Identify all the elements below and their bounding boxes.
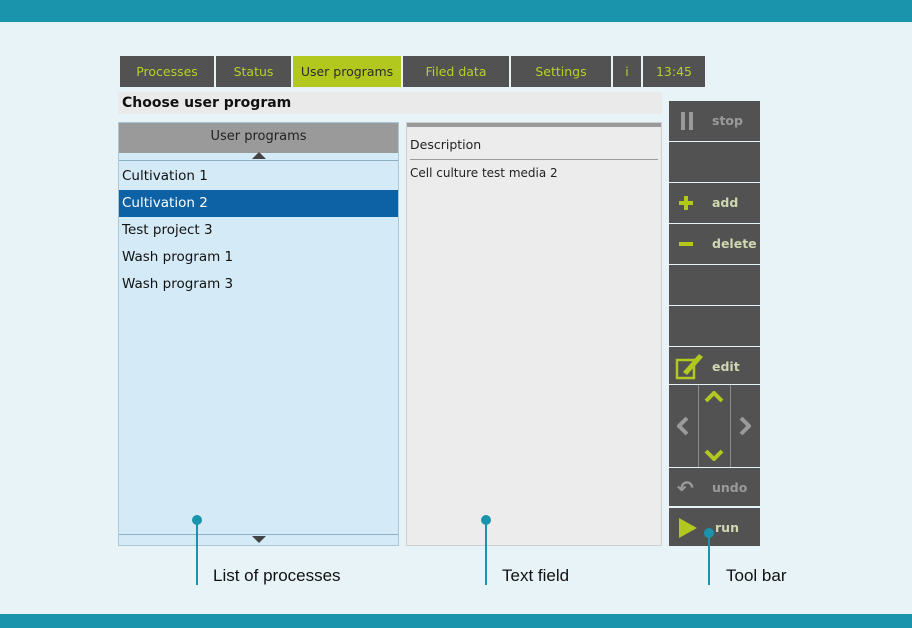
- callout-tool-bar: Tool bar: [726, 566, 787, 585]
- edit-label: edit: [712, 359, 740, 374]
- list-item[interactable]: Wash program 1: [119, 244, 398, 271]
- tab-info[interactable]: i: [613, 56, 641, 87]
- description-panel: Description Cell culture test media 2: [406, 122, 662, 546]
- list-item[interactable]: Cultivation 1: [119, 163, 398, 190]
- minus-icon: [679, 242, 693, 246]
- page-title: Choose user program: [118, 92, 662, 114]
- undo-icon: ↶: [677, 476, 694, 500]
- bottom-band: [0, 614, 912, 628]
- delete-button[interactable]: delete: [669, 224, 760, 264]
- add-label: add: [712, 195, 739, 210]
- delete-label: delete: [712, 236, 757, 251]
- list-bottom-divider: [119, 534, 398, 535]
- run-button[interactable]: run: [669, 508, 760, 546]
- description-header: Description: [410, 137, 482, 152]
- clock-display: 13:45: [643, 56, 705, 87]
- plus-icon: [679, 196, 693, 210]
- add-button[interactable]: add: [669, 183, 760, 223]
- chevron-up-icon[interactable]: [704, 391, 724, 403]
- navigation-pad: [669, 385, 760, 467]
- undo-label: undo: [712, 480, 748, 495]
- nav-divider: [730, 385, 731, 467]
- list-item[interactable]: Wash program 3: [119, 271, 398, 298]
- list-item-selected[interactable]: Cultivation 2: [119, 190, 398, 217]
- scroll-up-icon[interactable]: [252, 152, 266, 159]
- callout-text-field: Text field: [502, 566, 570, 585]
- blank-button: [669, 265, 760, 305]
- edit-icon: [675, 354, 703, 380]
- top-band: [0, 0, 912, 22]
- pause-icon: [681, 112, 693, 130]
- tab-processes[interactable]: Processes: [120, 56, 214, 87]
- callout-list-of-processes: List of processes: [213, 566, 341, 585]
- play-icon: [679, 518, 697, 538]
- tab-user-programs[interactable]: User programs: [293, 56, 401, 87]
- stop-label: stop: [712, 113, 743, 128]
- list-divider: [119, 160, 398, 161]
- list-header: User programs: [119, 123, 398, 153]
- tab-status[interactable]: Status: [216, 56, 291, 87]
- tab-filed-data[interactable]: Filed data: [403, 56, 509, 87]
- undo-button[interactable]: ↶ undo: [669, 468, 760, 506]
- tab-bar: Processes Status User programs Filed dat…: [120, 56, 705, 87]
- list-item[interactable]: Test project 3: [119, 217, 398, 244]
- tab-settings[interactable]: Settings: [511, 56, 611, 87]
- chevron-left-icon[interactable]: [677, 416, 689, 436]
- chevron-right-icon[interactable]: [739, 416, 751, 436]
- blank-button: [669, 306, 760, 346]
- scroll-down-icon[interactable]: [252, 536, 266, 543]
- description-text[interactable]: Cell culture test media 2: [407, 160, 661, 180]
- edit-button[interactable]: edit: [669, 347, 760, 384]
- stop-button[interactable]: stop: [669, 101, 760, 141]
- nav-divider: [698, 385, 699, 467]
- program-list-panel: User programs Cultivation 1 Cultivation …: [118, 122, 399, 546]
- program-list: Cultivation 1 Cultivation 2 Test project…: [119, 163, 398, 298]
- chevron-down-icon[interactable]: [704, 449, 724, 461]
- blank-button: [669, 142, 760, 182]
- run-label: run: [715, 520, 739, 535]
